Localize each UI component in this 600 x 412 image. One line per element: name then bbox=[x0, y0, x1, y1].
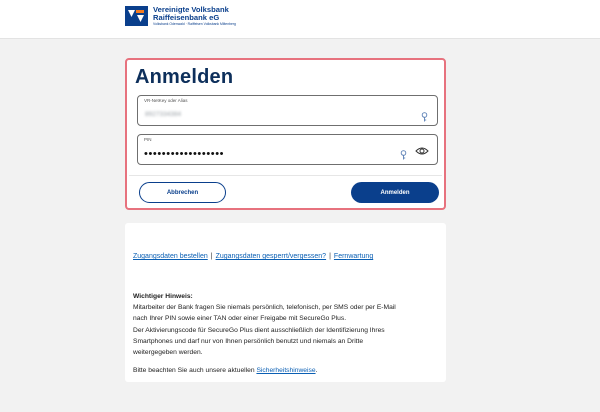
volksbank-logo-icon bbox=[125, 6, 148, 26]
username-label: VR-NetKey oder Alias bbox=[144, 98, 188, 103]
key-icon bbox=[421, 112, 428, 122]
pin-field[interactable]: PIN •••••••••••••••••• bbox=[137, 134, 438, 165]
pin-value: •••••••••••••••••• bbox=[144, 148, 225, 160]
notice-line: Smartphones und darf nur von Ihnen persö… bbox=[133, 337, 364, 345]
link-order-credentials[interactable]: Zugangsdaten bestellen bbox=[133, 253, 208, 260]
bank-name-line2: Raiffeisenbank eG bbox=[153, 13, 220, 23]
link-separator: | bbox=[210, 253, 213, 260]
hint-text: Bitte beachten Sie auch unsere aktuellen bbox=[133, 367, 257, 375]
form-divider bbox=[129, 175, 442, 176]
page-title: Anmelden bbox=[135, 66, 234, 88]
pin-label: PIN bbox=[144, 137, 152, 142]
security-hint: Bitte beachten Sie auch unsere aktuellen… bbox=[133, 365, 439, 376]
login-form: Anmelden VR-NetKey oder Alias 8927334384… bbox=[125, 58, 446, 210]
top-header: Vereinigte Volksbank Raiffeisenbank eG V… bbox=[0, 0, 600, 39]
link-separator: | bbox=[329, 253, 331, 260]
bank-name: Vereinigte Volksbank Raiffeisenbank eG V… bbox=[153, 5, 236, 27]
link-security-tips[interactable]: Sicherheitshinweise bbox=[256, 367, 315, 374]
security-notice: Wichtiger Hinweis: Mitarbeiter der Bank … bbox=[133, 291, 439, 376]
info-panel: Zugangsdaten bestellen | Zugangsdaten gesp… bbox=[125, 223, 446, 382]
notice-line: Der Aktivierungscode für SecureGo Plus d… bbox=[133, 326, 385, 334]
notice-line: weitergegeben werden. bbox=[133, 349, 203, 357]
hint-suffix: . bbox=[315, 367, 318, 375]
username-value: 8927334384 bbox=[145, 111, 182, 118]
notice-title: Wichtiger Hinweis: bbox=[133, 293, 193, 300]
login-button[interactable]: Anmelden bbox=[351, 182, 439, 203]
bank-logo[interactable]: Vereinigte Volksbank Raiffeisenbank eG V… bbox=[125, 5, 236, 27]
key-icon bbox=[400, 150, 407, 160]
eye-icon[interactable] bbox=[415, 146, 429, 156]
link-remote-support[interactable]: Fernwartung bbox=[334, 253, 373, 260]
link-credentials-locked[interactable]: Zugangsdaten gesperrt/vergessen? bbox=[216, 253, 327, 260]
cancel-button[interactable]: Abbrechen bbox=[139, 182, 226, 203]
notice-line: Mitarbeiter der Bank fragen Sie niemals … bbox=[133, 304, 396, 312]
notice-line: nach Ihrer PIN sowie einer TAN oder eine… bbox=[133, 315, 347, 323]
access-links: Zugangsdaten bestellen | Zugangsdaten gesp… bbox=[133, 253, 373, 260]
bank-subline: Volksbank Odenwald · Raiffeisen Volksban… bbox=[153, 22, 236, 27]
username-field[interactable]: VR-NetKey oder Alias 8927334384 bbox=[137, 95, 438, 126]
